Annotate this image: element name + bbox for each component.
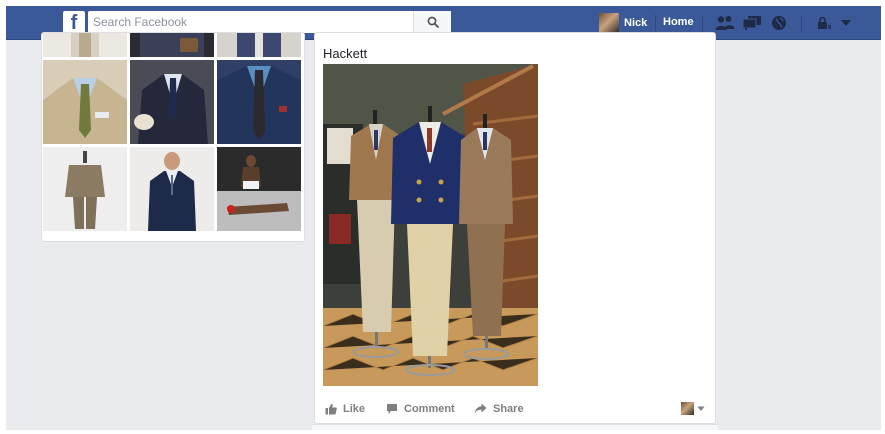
photo-thumbnail[interactable]	[130, 60, 214, 144]
photo-grid	[41, 32, 305, 242]
news-feed-post: Hackett Like Comment Share	[314, 32, 716, 424]
like-button[interactable]: Like	[325, 398, 365, 420]
profile-link[interactable]: Nick	[599, 12, 647, 34]
search-icon	[427, 16, 439, 28]
privacy-shortcuts-button[interactable]	[814, 12, 836, 34]
user-name: Nick	[624, 17, 648, 29]
notifications-globe-icon	[772, 16, 786, 30]
browser-viewport: f Nick Home	[6, 6, 881, 430]
chevron-down-icon	[697, 406, 705, 411]
home-link[interactable]: Home	[663, 16, 694, 28]
photo-thumbnail[interactable]	[43, 33, 127, 57]
share-arrow-icon	[474, 403, 487, 414]
avatar	[599, 13, 619, 33]
photo-thumbnail[interactable]	[43, 147, 127, 231]
nav-divider	[702, 15, 703, 31]
share-label: Share	[493, 403, 524, 415]
privacy-lock-icon	[818, 16, 831, 29]
account-menu-button[interactable]	[835, 12, 857, 34]
photo-thumbnail[interactable]	[43, 60, 127, 144]
search-button[interactable]	[413, 11, 451, 33]
comment-button[interactable]: Comment	[386, 398, 455, 420]
facebook-logo[interactable]: f	[63, 11, 85, 33]
photo-thumbnail[interactable]	[217, 60, 301, 144]
nav-divider	[801, 15, 802, 31]
post-title[interactable]: Hackett	[323, 46, 367, 61]
thumbs-up-icon	[325, 403, 337, 415]
photo-thumbnail[interactable]	[130, 33, 214, 57]
notifications-button[interactable]	[768, 12, 790, 34]
search-box	[88, 11, 451, 33]
next-post-edge	[312, 424, 718, 430]
comment-label: Comment	[404, 403, 455, 415]
avatar	[681, 402, 694, 415]
friend-requests-icon	[715, 16, 735, 30]
photo-thumbnail[interactable]	[130, 147, 214, 231]
like-label: Like	[343, 403, 366, 415]
account-dropdown-icon	[841, 20, 851, 26]
search-input[interactable]	[88, 11, 410, 33]
photo-thumbnail[interactable]	[217, 33, 301, 57]
audience-selector[interactable]	[681, 402, 705, 415]
comment-icon	[387, 404, 397, 414]
messages-button[interactable]	[741, 12, 763, 34]
messages-icon	[742, 16, 761, 31]
photo-thumbnail[interactable]	[217, 147, 301, 231]
post-actions: Like Comment Share	[315, 398, 715, 420]
share-button[interactable]: Share	[474, 398, 524, 420]
nav-divider	[655, 15, 656, 31]
friend-requests-button[interactable]	[714, 12, 736, 34]
post-photo[interactable]	[323, 64, 538, 386]
